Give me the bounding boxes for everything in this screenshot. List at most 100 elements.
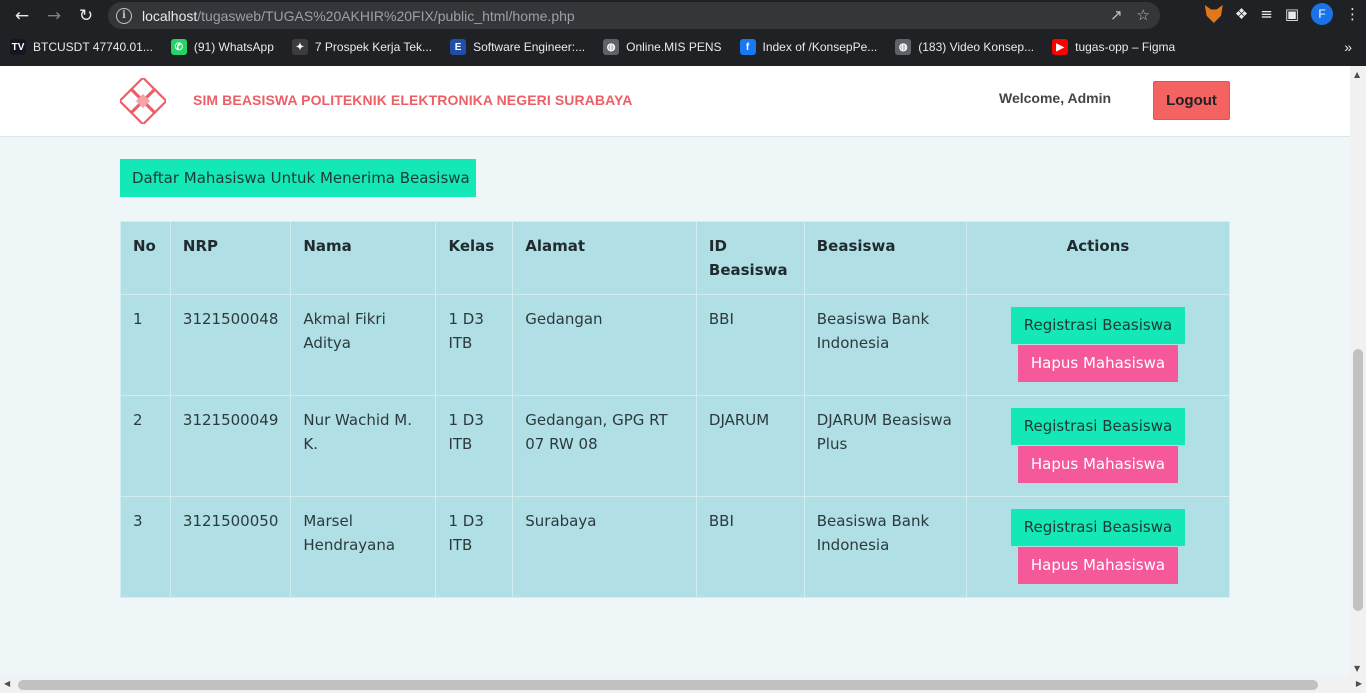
cell-no: 3 [120, 496, 171, 598]
scroll-down-arrow-icon[interactable]: ▼ [1354, 664, 1360, 673]
bookmark-label: Index of /KonsepPe... [762, 40, 878, 54]
logout-button[interactable]: Logout [1153, 81, 1230, 120]
vertical-scrollbar[interactable]: ▲ ▼ [1350, 66, 1366, 677]
browser-toolbar: ← → ↻ i localhost/tugasweb/TUGAS%20AKHIR… [0, 0, 1366, 31]
reading-list-icon[interactable]: ≡ [1260, 5, 1273, 23]
url-path: /tugasweb/TUGAS%20AKHIR%20FIX/public_htm… [197, 7, 575, 24]
cell-alamat: Gedangan, GPG RT 07 RW 08 [512, 395, 697, 497]
tradingview-icon: TV [10, 39, 26, 55]
back-button[interactable]: ← [6, 2, 38, 30]
table-header-row: No NRP Nama Kelas Alamat ID Beasiswa Bea… [120, 221, 1231, 295]
cell-nama: Akmal Fikri Aditya [290, 294, 437, 396]
cell-nrp: 3121500048 [169, 294, 292, 396]
cell-nrp: 3121500049 [169, 395, 292, 497]
bookmark-label: (91) WhatsApp [193, 40, 274, 54]
bookmark-item[interactable]: ◍ (183) Video Konsep... [885, 33, 1042, 61]
facebook-icon: f [739, 39, 756, 55]
register-scholarship-button[interactable]: Registrasi Beasiswa [1010, 509, 1186, 546]
bookmark-star-icon[interactable]: ☆ [1137, 6, 1150, 24]
forward-button[interactable]: → [38, 2, 70, 30]
header-nama: Nama [290, 221, 437, 295]
bookmarks-bar: TV BTCUSDT 47740.01... ✆ (91) WhatsApp ✦ 7 Pr… [0, 33, 1366, 61]
bookmark-label: Software Engineer:... [473, 40, 586, 54]
youtube-icon: ▶ [1052, 39, 1069, 55]
delete-student-button[interactable]: Hapus Mahasiswa [1017, 345, 1179, 382]
cell-id-beasiswa: BBI [695, 294, 805, 396]
horizontal-scroll-thumb[interactable] [18, 680, 1318, 690]
bookmark-label: BTCUSDT 47740.01... [33, 40, 153, 54]
header-no: No [120, 221, 171, 295]
metamask-extension-icon[interactable] [1204, 5, 1223, 23]
globe-icon: ◍ [895, 39, 912, 55]
scroll-left-arrow-icon[interactable]: ◀ [4, 679, 10, 688]
bookmark-label: (183) Video Konsep... [918, 40, 1035, 54]
header-beasiswa: Beasiswa [803, 221, 967, 295]
bookmark-item[interactable]: ◍ Online.MIS PENS [593, 33, 729, 61]
table-row: 3 3121500050 Marsel Hendrayana 1 D3 ITB … [120, 496, 1231, 598]
cell-id-beasiswa: BBI [695, 496, 805, 598]
cell-no: 1 [120, 294, 171, 396]
e-icon: E [450, 39, 467, 55]
reload-button[interactable]: ↻ [70, 2, 102, 30]
cell-alamat: Surabaya [512, 496, 697, 598]
whatsapp-icon: ✆ [170, 39, 187, 55]
bookmark-label: 7 Prospek Kerja Tek... [314, 40, 433, 54]
welcome-text: Welcome, Admin [999, 90, 1112, 106]
site-navbar: SIM BEASISWA POLITEKNIK ELEKTRONIKA NEGE… [0, 66, 1350, 137]
horizontal-scrollbar[interactable]: ◀ ▶ [0, 677, 1366, 693]
table-row: 1 3121500048 Akmal Fikri Aditya 1 D3 ITB… [120, 294, 1231, 396]
bookmark-label: Online.MIS PENS [626, 40, 722, 54]
prospek-icon: ✦ [291, 39, 308, 55]
cell-nama: Nur Wachid M. K. [290, 395, 437, 497]
browser-chrome: ← → ↻ i localhost/tugasweb/TUGAS%20AKHIR… [0, 0, 1366, 66]
share-icon[interactable]: ↗ [1110, 6, 1123, 24]
site-info-icon[interactable]: i [116, 7, 132, 24]
register-scholarship-button[interactable]: Registrasi Beasiswa [1010, 307, 1186, 344]
extensions-puzzle-icon[interactable]: ❖ [1235, 5, 1248, 23]
scroll-right-arrow-icon[interactable]: ▶ [1356, 679, 1362, 688]
header-alamat: Alamat [512, 221, 697, 295]
scroll-up-arrow-icon[interactable]: ▲ [1354, 70, 1360, 79]
header-id-beasiswa: ID Beasiswa [695, 221, 805, 295]
header-nrp: NRP [169, 221, 292, 295]
side-panel-icon[interactable]: ▣ [1285, 5, 1299, 23]
cell-kelas: 1 D3 ITB [435, 395, 514, 497]
bookmark-item[interactable]: f Index of /KonsepPe... [730, 33, 886, 61]
cell-beasiswa: Beasiswa Bank Indonesia [803, 496, 967, 598]
cell-beasiswa: DJARUM Beasiswa Plus [803, 395, 967, 497]
site-brand[interactable]: SIM BEASISWA POLITEKNIK ELEKTRONIKA NEGE… [193, 92, 632, 108]
address-bar[interactable]: i localhost/tugasweb/TUGAS%20AKHIR%20FIX… [108, 2, 1160, 29]
cell-actions: Registrasi Beasiswa Hapus Mahasiswa [965, 496, 1231, 598]
bookmark-item[interactable]: ▶ tugas-opp – Figma [1042, 33, 1183, 61]
cell-kelas: 1 D3 ITB [435, 496, 514, 598]
cell-kelas: 1 D3 ITB [435, 294, 514, 396]
cell-no: 2 [120, 395, 171, 497]
profile-avatar[interactable]: F [1311, 3, 1333, 25]
header-kelas: Kelas [435, 221, 514, 295]
register-scholarship-button[interactable]: Registrasi Beasiswa [1010, 408, 1186, 445]
delete-student-button[interactable]: Hapus Mahasiswa [1017, 446, 1179, 483]
chrome-menu-icon[interactable]: ⋮ [1345, 5, 1360, 23]
cell-nrp: 3121500050 [169, 496, 292, 598]
url-host: localhost [142, 7, 198, 24]
cell-actions: Registrasi Beasiswa Hapus Mahasiswa [965, 395, 1231, 497]
bookmark-item[interactable]: TV BTCUSDT 47740.01... [0, 33, 161, 61]
bookmark-label: tugas-opp – Figma [1075, 40, 1176, 54]
pens-logo-icon [120, 78, 166, 124]
bookmark-item[interactable]: ✦ 7 Prospek Kerja Tek... [282, 33, 440, 61]
header-actions: Actions [965, 221, 1231, 295]
cell-id-beasiswa: DJARUM [695, 395, 805, 497]
bookmarks-overflow-button[interactable]: » [1344, 39, 1352, 55]
cell-alamat: Gedangan [512, 294, 697, 396]
bookmark-item[interactable]: ✆ (91) WhatsApp [161, 33, 282, 61]
delete-student-button[interactable]: Hapus Mahasiswa [1017, 547, 1179, 584]
vertical-scroll-thumb[interactable] [1353, 349, 1363, 611]
bookmark-item[interactable]: E Software Engineer:... [440, 33, 593, 61]
cell-actions: Registrasi Beasiswa Hapus Mahasiswa [965, 294, 1231, 396]
cell-nama: Marsel Hendrayana [290, 496, 437, 598]
url-text[interactable]: localhost/tugasweb/TUGAS%20AKHIR%20FIX/p… [142, 8, 575, 24]
students-table: No NRP Nama Kelas Alamat ID Beasiswa Bea… [120, 221, 1231, 598]
cell-beasiswa: Beasiswa Bank Indonesia [803, 294, 967, 396]
list-title-button[interactable]: Daftar Mahasiswa Untuk Menerima Beasiswa [120, 159, 476, 197]
globe-icon: ◍ [603, 39, 620, 55]
